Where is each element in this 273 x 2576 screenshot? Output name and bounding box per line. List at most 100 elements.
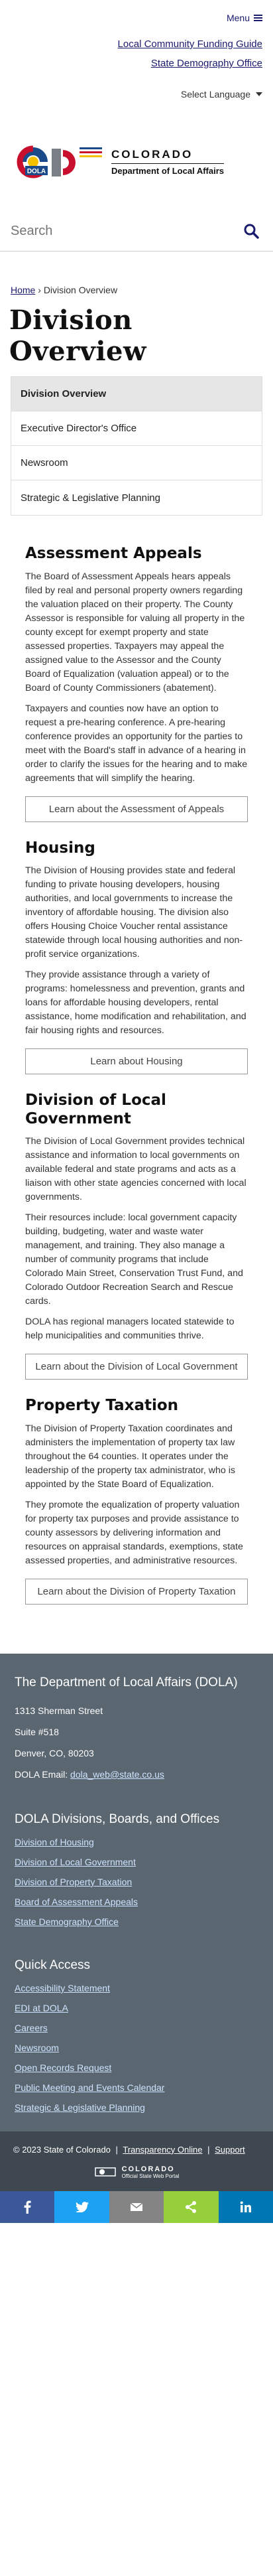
- share-icon: [186, 2200, 197, 2213]
- section-paragraph: The Division of Local Government provide…: [25, 1136, 246, 1203]
- footer-link[interactable]: Open Records Request: [15, 2062, 258, 2073]
- footer-link[interactable]: Newsroom: [15, 2042, 258, 2053]
- learn-housing-button[interactable]: Learn about Housing: [25, 1048, 248, 1075]
- logo-wordmark: COLORADO Department of Local Affairs: [111, 148, 224, 176]
- section-paragraph: DOLA has regional managers located state…: [25, 1317, 235, 1342]
- facebook-share-button[interactable]: [0, 2190, 55, 2223]
- footer-link[interactable]: Division of Local Government: [15, 1857, 258, 1867]
- section-property-taxation: Property Taxation The Division of Proper…: [25, 1397, 248, 1605]
- share-bar: [0, 2190, 273, 2223]
- portal-badge-subtitle: Official State Web Portal: [121, 2173, 180, 2179]
- chevron-down-icon: [256, 92, 262, 96]
- logo-colorado-text: COLORADO: [111, 148, 193, 161]
- footer-link[interactable]: Division of Housing: [15, 1837, 258, 1847]
- breadcrumb-home[interactable]: Home: [11, 285, 35, 295]
- portal-badge-text: COLORADO Official State Web Portal: [122, 2165, 180, 2179]
- section-paragraph: The Board of Assessment Appeals hears ap…: [25, 571, 245, 693]
- logo-badge-text: DOLA: [27, 168, 46, 175]
- section-assessment-appeals: Assessment Appeals The Board of Assessme…: [25, 545, 248, 822]
- dola-logo-icon: DOLA: [17, 145, 102, 179]
- transparency-link[interactable]: Transparency Online: [123, 2145, 202, 2155]
- section-paragraph: Taxpayers and counties now have an optio…: [25, 703, 248, 784]
- breadcrumb-separator: ›: [38, 285, 41, 295]
- language-label: Select Language: [180, 89, 250, 100]
- footer-link[interactable]: Division of Property Taxation: [15, 1877, 258, 1887]
- menu-button[interactable]: Menu: [227, 13, 262, 23]
- footer-org-title: The Department of Local Affairs (DOLA): [15, 1675, 238, 1689]
- footer-link[interactable]: Board of Assessment Appeals: [15, 1896, 258, 1907]
- breadcrumb: Home › Division Overview: [0, 285, 273, 295]
- logo-dept-text: Department of Local Affairs: [111, 163, 224, 176]
- section-title: Division of Local Government: [25, 1092, 166, 1127]
- footer-email-row: DOLA Email: dola_web@state.co.us: [15, 1768, 258, 1781]
- section-nav: Division Overview Executive Director's O…: [11, 376, 262, 516]
- address-line: Denver, CO, 80203: [15, 1747, 94, 1758]
- footer-quick-access: Quick Access Accessibility Statement EDI…: [15, 1958, 258, 2113]
- search-bar: [0, 218, 273, 244]
- footer-email-link[interactable]: dola_web@state.co.us: [70, 1769, 164, 1780]
- site-logo[interactable]: DOLA COLORADO Department of Local Affair…: [0, 141, 273, 183]
- footer-contact: The Department of Local Affairs (DOLA) 1…: [15, 1675, 258, 1781]
- menu-label: Menu: [226, 13, 250, 23]
- section-paragraph: They provide assistance through a variet…: [25, 969, 246, 1037]
- email-icon: [130, 2202, 143, 2211]
- twitter-share-button[interactable]: [54, 2190, 109, 2223]
- learn-property-taxation-button[interactable]: Learn about the Division of Property Tax…: [25, 1578, 248, 1605]
- footer-address: 1313 Sherman Street Suite #518 Denver, C…: [15, 1704, 258, 1781]
- section-nav-item-executive-directors-office[interactable]: Executive Director's Office: [11, 411, 262, 446]
- learn-assessment-appeals-button[interactable]: Learn about the Assessment of Appeals: [25, 796, 248, 822]
- footer-link[interactable]: Strategic & Legislative Planning: [15, 2102, 258, 2113]
- learn-local-government-button[interactable]: Learn about the Division of Local Govern…: [25, 1354, 248, 1380]
- footer-divisions-title: DOLA Divisions, Boards, and Offices: [15, 1812, 220, 1826]
- colorado-c-icon: [94, 2167, 116, 2177]
- footer-quick-links: Accessibility Statement EDI at DOLA Care…: [15, 1983, 258, 2113]
- page-title: Division Overview: [9, 305, 146, 367]
- search-icon: [244, 224, 259, 239]
- footer-link[interactable]: Accessibility Statement: [15, 1983, 258, 1993]
- utility-header: Menu Local Community Funding Guide State…: [0, 0, 273, 102]
- page: Menu Local Community Funding Guide State…: [0, 0, 273, 2223]
- linkedin-icon: [240, 2201, 251, 2212]
- colorado-portal-badge[interactable]: COLORADO Official State Web Portal: [13, 2165, 260, 2191]
- copyright-text: © 2023 State of Colorado: [13, 2144, 111, 2155]
- generic-share-button[interactable]: [164, 2190, 219, 2223]
- footer-divisions: DOLA Divisions, Boards, and Offices Divi…: [15, 1812, 258, 1927]
- linkedin-share-button[interactable]: [218, 2190, 273, 2223]
- bottom-bar: © 2023 State of Colorado | Transparency …: [0, 2131, 273, 2191]
- search-input[interactable]: [11, 223, 223, 239]
- footer-link[interactable]: EDI at DOLA: [15, 2003, 258, 2013]
- search-button[interactable]: [240, 220, 262, 242]
- breadcrumb-current: Division Overview: [43, 285, 118, 295]
- copyright-row: © 2023 State of Colorado | Transparency …: [13, 2145, 260, 2155]
- section-nav-item-strategic-planning[interactable]: Strategic & Legislative Planning: [11, 480, 262, 515]
- main-content: Assessment Appeals The Board of Assessme…: [0, 545, 273, 1605]
- util-link-demography[interactable]: State Demography Office: [11, 58, 262, 69]
- separator: |: [207, 2144, 210, 2155]
- section-paragraph: The Division of Property Taxation coordi…: [25, 1423, 236, 1490]
- twitter-icon: [75, 2202, 89, 2212]
- section-paragraph: They promote the equalization of propert…: [25, 1499, 243, 1566]
- portal-badge-title: COLORADO: [121, 2165, 175, 2173]
- util-link-funding-guide[interactable]: Local Community Funding Guide: [11, 38, 262, 50]
- separator: |: [115, 2144, 118, 2155]
- section-title: Housing: [25, 839, 95, 857]
- footer-quick-title: Quick Access: [15, 1958, 91, 1972]
- address-line: 1313 Sherman Street: [15, 1705, 103, 1716]
- section-paragraph: The Division of Housing provides state a…: [25, 865, 243, 960]
- address-line: Suite #518: [15, 1726, 59, 1737]
- section-paragraph: Their resources include: local governmen…: [25, 1212, 243, 1307]
- section-nav-item-division-overview[interactable]: Division Overview: [11, 377, 262, 411]
- email-share-button[interactable]: [109, 2190, 164, 2223]
- support-link[interactable]: Support: [215, 2145, 245, 2155]
- footer-link[interactable]: Careers: [15, 2023, 258, 2033]
- footer-link[interactable]: State Demography Office: [15, 1916, 258, 1927]
- language-select[interactable]: Select Language: [11, 86, 262, 102]
- section-title: Assessment Appeals: [25, 545, 202, 562]
- section-housing: Housing The Division of Housing provides…: [25, 839, 248, 1075]
- footer-email-label: DOLA Email:: [15, 1768, 68, 1780]
- section-local-government: Division of Local Government The Divisio…: [25, 1092, 248, 1380]
- utility-links: Local Community Funding Guide State Demo…: [11, 28, 262, 69]
- section-nav-item-newsroom[interactable]: Newsroom: [11, 446, 262, 480]
- footer-divisions-links: Division of Housing Division of Local Go…: [15, 1837, 258, 1927]
- footer-link[interactable]: Public Meeting and Events Calendar: [15, 2082, 258, 2093]
